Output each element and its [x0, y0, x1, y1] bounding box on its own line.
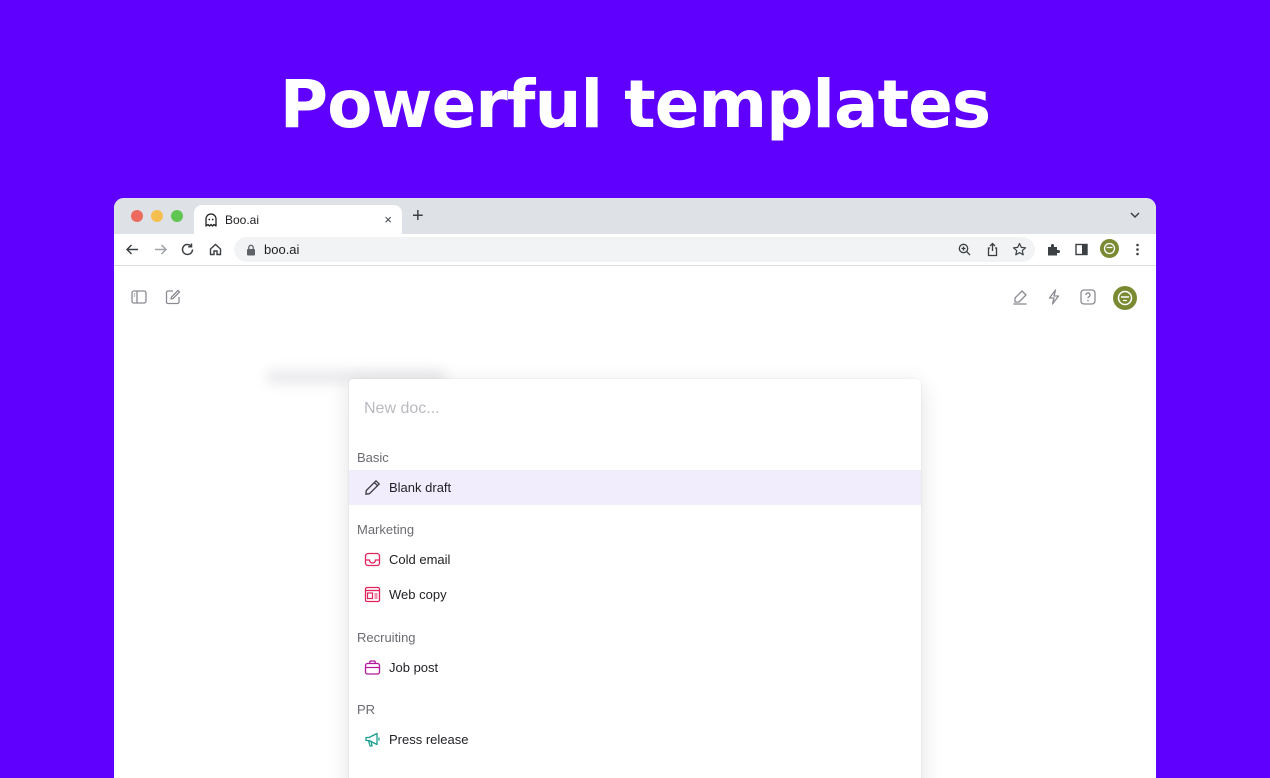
section-label-pr: PR	[357, 702, 376, 717]
maximize-window-button[interactable]	[171, 210, 183, 222]
tab-bar: Boo.ai × +	[114, 198, 1156, 234]
address-bar[interactable]: boo.ai	[234, 237, 1035, 262]
lock-icon	[247, 244, 255, 255]
briefcase-icon	[364, 660, 381, 675]
webpage-icon	[364, 586, 381, 603]
reload-icon[interactable]	[180, 242, 195, 257]
template-item-blank-draft[interactable]: Blank draft	[349, 470, 921, 505]
user-avatar[interactable]	[1113, 286, 1137, 310]
highlighter-icon[interactable]	[1011, 288, 1029, 306]
lightning-icon[interactable]	[1045, 288, 1063, 306]
share-icon[interactable]	[985, 242, 1000, 257]
home-icon[interactable]	[208, 242, 223, 257]
template-item-web-copy[interactable]: Web copy	[349, 577, 921, 612]
template-item-label: Web copy	[389, 587, 447, 602]
section-label-recruiting: Recruiting	[357, 630, 416, 645]
browser-window: Boo.ai × + boo.ai New doc... Basic Blank…	[114, 198, 1156, 778]
extensions-icon[interactable]	[1046, 242, 1061, 257]
template-item-label: Job post	[389, 660, 439, 675]
new-doc-icon[interactable]	[164, 288, 182, 306]
template-item-job-post[interactable]: Job post	[349, 650, 921, 685]
face-icon	[1117, 290, 1133, 306]
template-picker: Basic Blank draft Marketing Cold email	[349, 379, 921, 778]
pencil-icon	[365, 480, 380, 495]
url-text: boo.ai	[264, 242, 300, 257]
inbox-icon	[364, 552, 381, 567]
ghost-icon	[205, 212, 217, 227]
template-item-label: Press release	[389, 732, 469, 747]
megaphone-icon	[365, 732, 380, 747]
back-arrow-icon[interactable]	[125, 242, 140, 257]
browser-tab[interactable]: Boo.ai ×	[194, 205, 402, 234]
forward-arrow-icon[interactable]	[153, 242, 168, 257]
template-item-label: Blank draft	[389, 480, 452, 495]
star-icon[interactable]	[1012, 242, 1027, 257]
browser-toolbar: boo.ai	[114, 234, 1156, 266]
app-canvas: Basic Blank draft Marketing Cold email	[114, 266, 1156, 778]
zoom-icon[interactable]	[957, 242, 972, 257]
help-icon[interactable]	[1079, 288, 1097, 306]
face-icon	[1103, 242, 1116, 255]
chevron-down-icon[interactable]	[1128, 208, 1142, 222]
section-label-marketing: Marketing	[357, 522, 415, 537]
template-item-label: Cold email	[389, 552, 451, 567]
sidebar-toggle-icon[interactable]	[130, 288, 148, 306]
section-label-basic: Basic	[357, 450, 389, 465]
hero-title: Powerful templates	[279, 66, 991, 143]
new-tab-button[interactable]: +	[412, 206, 424, 226]
minimize-window-button[interactable]	[151, 210, 163, 222]
profile-avatar[interactable]	[1100, 239, 1119, 258]
new-doc-search-input[interactable]	[364, 397, 884, 421]
window-controls	[131, 210, 183, 222]
tab-title: Boo.ai	[225, 212, 260, 227]
close-window-button[interactable]	[131, 210, 143, 222]
template-item-press-release[interactable]: Press release	[349, 722, 921, 757]
tab-close-button[interactable]: ×	[384, 212, 392, 227]
template-item-cold-email[interactable]: Cold email	[349, 542, 921, 577]
sidepanel-icon[interactable]	[1074, 242, 1089, 257]
more-vert-icon[interactable]	[1130, 242, 1145, 257]
